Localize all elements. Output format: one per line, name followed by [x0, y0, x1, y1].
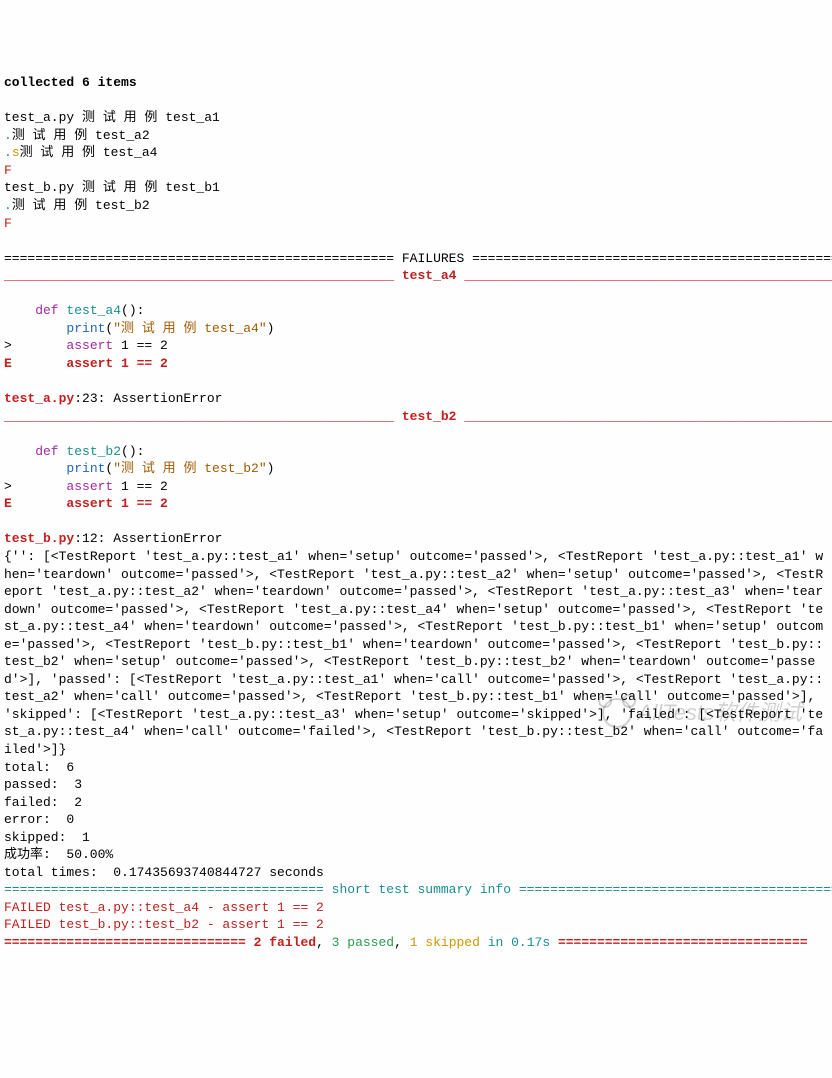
file-b: test_b.py — [4, 180, 82, 195]
case-a2: 测 试 用 例 test_a2 — [12, 128, 150, 143]
assert-keyword: assert — [66, 479, 121, 494]
final-left: =============================== — [4, 935, 254, 950]
case-b1: 测 试 用 例 test_b1 — [82, 180, 220, 195]
stat-skipped: skipped: 1 — [4, 830, 90, 845]
summary-fail-1: FAILED test_a.py::test_a4 - assert 1 == … — [4, 900, 324, 915]
def-keyword: def — [4, 303, 66, 318]
stat-failed: failed: 2 — [4, 795, 82, 810]
stat-total: total: 6 — [4, 760, 74, 775]
failures-header: ========================================… — [4, 251, 832, 266]
paren-close: ) — [267, 321, 275, 336]
error-line: E assert 1 == 2 — [4, 356, 168, 371]
file-a: test_a.py — [4, 110, 82, 125]
assert-expr: 1 == 2 — [121, 479, 168, 494]
stat-passed: passed: 3 — [4, 777, 82, 792]
stat-rate: 成功率: 50.00% — [4, 847, 113, 862]
assert-expr: 1 == 2 — [121, 338, 168, 353]
error-location-rest: :12: AssertionError — [74, 531, 222, 546]
error-line: E assert 1 == 2 — [4, 496, 168, 511]
skip-marker: s — [12, 145, 20, 160]
case-a1: 测 试 用 例 test_a1 — [82, 110, 220, 125]
final-sep: , — [316, 935, 332, 950]
caret-line: > — [4, 479, 66, 494]
dot-pass: . — [4, 198, 12, 213]
error-location-file: test_a.py — [4, 391, 74, 406]
final-passed: 3 passed — [332, 935, 394, 950]
error-location-rest: :23: AssertionError — [74, 391, 222, 406]
fail-marker: F — [4, 216, 12, 231]
caret-line: > — [4, 338, 66, 353]
def-keyword: def — [4, 444, 66, 459]
fail-marker: F — [4, 163, 12, 178]
dot-pass: . — [4, 128, 12, 143]
test-b2-separator: ________________________________________… — [4, 409, 832, 424]
final-in: in 0.17s — [480, 935, 550, 950]
dot-pass: . — [4, 145, 12, 160]
error-location-file: test_b.py — [4, 531, 74, 546]
final-failed: 2 failed — [254, 935, 316, 950]
def-tail: (): — [121, 303, 144, 318]
string-literal: "测 试 用 例 test_a4" — [113, 321, 266, 336]
def-tail: (): — [121, 444, 144, 459]
print-call: print — [4, 321, 105, 336]
stat-error: error: 0 — [4, 812, 74, 827]
func-name: test_b2 — [66, 444, 121, 459]
summary-fail-2: FAILED test_b.py::test_b2 - assert 1 == … — [4, 917, 324, 932]
print-call: print — [4, 461, 105, 476]
final-sep: , — [394, 935, 410, 950]
final-right: ================================ — [550, 935, 807, 950]
terminal-output: collected 6 items test_a.py 测 试 用 例 test… — [4, 74, 832, 951]
stat-times: total times: 0.17435693740844727 seconds — [4, 865, 324, 880]
testreport-dump: {'': [<TestReport 'test_a.py::test_a1' w… — [4, 548, 824, 759]
summary-header: ========================================… — [4, 882, 832, 897]
final-skipped: 1 skipped — [410, 935, 480, 950]
assert-keyword: assert — [66, 338, 121, 353]
case-b2: 测 试 用 例 test_b2 — [12, 198, 150, 213]
paren-close: ) — [267, 461, 275, 476]
test-a4-separator: ________________________________________… — [4, 268, 832, 283]
collected-line: collected 6 items — [4, 75, 137, 90]
string-literal: "测 试 用 例 test_b2" — [113, 461, 266, 476]
func-name: test_a4 — [66, 303, 121, 318]
case-a4: 测 试 用 例 test_a4 — [20, 145, 158, 160]
